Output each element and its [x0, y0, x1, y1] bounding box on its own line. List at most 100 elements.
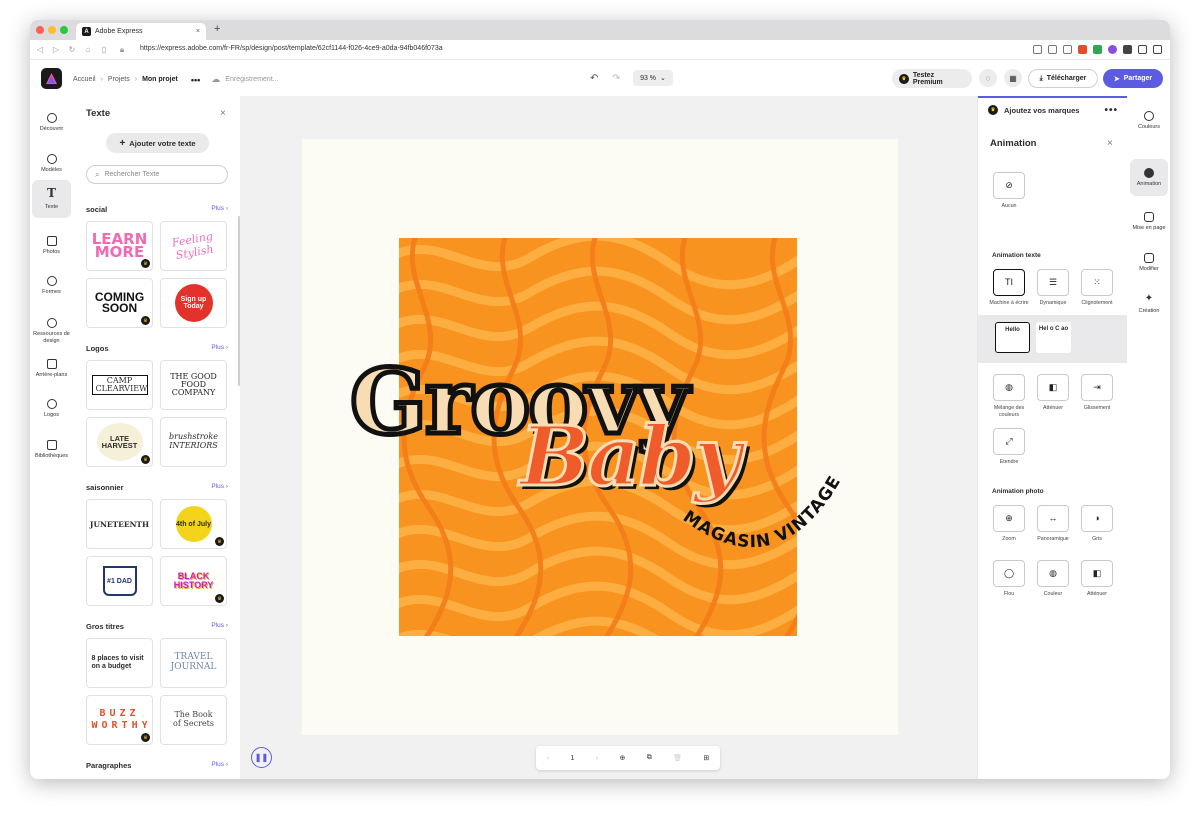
adobe-express-logo-icon[interactable]: [41, 68, 62, 89]
anim-option-expand[interactable]: ⤢ Etendre: [989, 428, 1029, 466]
rail-item-layout[interactable]: Mise en page: [1130, 203, 1168, 240]
rail-item-backgrounds[interactable]: Arrière-plans: [32, 350, 71, 388]
more-link[interactable]: Plus ›: [211, 344, 228, 353]
reader-icon[interactable]: [1048, 45, 1057, 54]
anim-option-blink[interactable]: ⁙ Clignotement: [1077, 269, 1117, 307]
rail-item-edit[interactable]: Modifier: [1130, 244, 1168, 281]
brand-label[interactable]: Ajoutez vos marques: [1004, 106, 1079, 115]
grid-view-icon[interactable]: ⊞: [703, 754, 709, 762]
template-card[interactable]: TRAVEL JOURNAL: [160, 638, 227, 688]
rail-item-logos[interactable]: Logos: [32, 390, 71, 428]
anim-option-fade[interactable]: ◧ Atténuer: [1033, 374, 1073, 412]
reload-icon[interactable]: ↻: [66, 45, 78, 54]
pause-animation-button[interactable]: ❚❚: [251, 747, 272, 768]
redo-icon[interactable]: ↷: [612, 73, 620, 84]
template-card[interactable]: COMING SOON ♛: [86, 278, 153, 328]
anim-option-none[interactable]: ⊘ Aucun: [989, 172, 1029, 210]
rail-item-discover[interactable]: Découvrir: [32, 104, 71, 142]
template-card[interactable]: Sign up Today: [160, 278, 227, 328]
style-option-glitch[interactable]: Hel o C ao: [1036, 322, 1071, 353]
breadcrumb-current[interactable]: Mon projet: [142, 76, 178, 83]
forward-icon[interactable]: ▷: [50, 45, 62, 54]
sidebar-icon[interactable]: [1138, 45, 1147, 54]
anim-option-zoom[interactable]: ⊕ Zoom: [989, 505, 1029, 543]
add-page-icon[interactable]: ⊕: [619, 754, 625, 762]
more-link[interactable]: Plus ›: [211, 205, 228, 214]
rail-item-creation[interactable]: ✦ Création: [1130, 285, 1168, 322]
undo-icon[interactable]: ↶: [590, 73, 598, 84]
anim-option-color[interactable]: ◍ Couleur: [1033, 560, 1073, 598]
delete-page-icon[interactable]: 🗑︎: [673, 754, 682, 762]
template-card[interactable]: JUNETEENTH: [86, 499, 153, 549]
back-icon[interactable]: ◁: [34, 45, 46, 54]
template-card[interactable]: BUZZ WORTHY ♛: [86, 695, 153, 745]
more-options-button[interactable]: •••: [191, 75, 200, 85]
template-card[interactable]: LEARN MORE ♛: [86, 221, 153, 271]
close-icon[interactable]: ×: [220, 108, 226, 119]
breadcrumb-home[interactable]: Accueil: [73, 76, 96, 83]
rail-item-templates[interactable]: Modèles: [32, 145, 71, 183]
artboard[interactable]: Groovy Baby MAGASIN VINTAGE: [302, 139, 898, 735]
template-card[interactable]: BLACK HISTORY ♛: [160, 556, 227, 606]
rail-item-photos[interactable]: Photos: [32, 227, 71, 265]
menu-icon[interactable]: [1153, 45, 1162, 54]
calendar-icon[interactable]: ▦: [1004, 69, 1022, 87]
minimize-window-icon[interactable]: [48, 26, 56, 34]
rail-item-text[interactable]: T Texte: [32, 180, 71, 218]
anim-option-blur[interactable]: ◯ Flou: [989, 560, 1029, 598]
rail-item-design-assets[interactable]: Ressources de design: [32, 308, 71, 354]
puzzle-icon[interactable]: [1123, 45, 1132, 54]
template-card[interactable]: CAMP CLEARVIEW: [86, 360, 153, 410]
template-card[interactable]: 8 places to visit on a budget: [86, 638, 153, 688]
duplicate-page-icon[interactable]: ⧉: [647, 754, 652, 762]
more-options-icon[interactable]: •••: [1104, 105, 1118, 116]
download-button[interactable]: ⤓ Télécharger: [1028, 69, 1098, 88]
try-premium-button[interactable]: ♛ Testez Premium: [892, 69, 972, 88]
shield-icon[interactable]: [1063, 45, 1072, 54]
extension-purple-icon[interactable]: [1108, 45, 1117, 54]
anim-option-typewriter[interactable]: TI Machine à écrire: [989, 269, 1029, 307]
template-card[interactable]: LATE HARVEST ♛: [86, 417, 153, 467]
template-card[interactable]: The Book of Secrets: [160, 695, 227, 745]
home-icon[interactable]: ⌂: [82, 45, 94, 54]
bookmark-icon[interactable]: ▯: [98, 45, 110, 54]
close-icon[interactable]: ×: [1107, 138, 1113, 149]
extension-red-icon[interactable]: [1078, 45, 1087, 54]
breadcrumb-projects[interactable]: Projets: [108, 76, 130, 83]
rail-item-colors[interactable]: Couleurs: [1130, 102, 1168, 139]
anim-option-gray[interactable]: ◑ Gris: [1077, 505, 1117, 543]
share-button[interactable]: ➤ Partager: [1103, 69, 1163, 88]
close-tab-icon[interactable]: ×: [196, 28, 200, 35]
new-tab-icon[interactable]: +: [214, 23, 220, 35]
more-link[interactable]: Plus ›: [211, 761, 228, 770]
anim-option-color-blend[interactable]: ◍ Mélange des couleurs: [989, 374, 1029, 418]
add-text-button[interactable]: + Ajouter votre texte: [106, 133, 209, 153]
template-card[interactable]: brushstroke INTERIORS: [160, 417, 227, 467]
search-input[interactable]: ⌕ Rechercher Texte: [86, 165, 228, 184]
rail-item-animation[interactable]: Animation: [1130, 159, 1168, 196]
anim-option-photo-fade[interactable]: ◧ Atténuer: [1077, 560, 1117, 598]
template-card[interactable]: 4th of July ♛: [160, 499, 227, 549]
rail-item-libraries[interactable]: Bibliothèques: [32, 431, 71, 469]
more-link[interactable]: Plus ›: [211, 622, 228, 631]
zoom-dropdown[interactable]: 93 % ⌄: [633, 70, 673, 86]
anim-option-slide[interactable]: ⇥ Glissement: [1077, 374, 1117, 412]
maximize-window-icon[interactable]: [60, 26, 68, 34]
translate-icon[interactable]: [1033, 45, 1042, 54]
magasin-vintage-curved-text[interactable]: MAGASIN VINTAGE: [662, 459, 882, 599]
next-page-icon[interactable]: ›: [596, 755, 598, 762]
style-option-hello[interactable]: Hello: [995, 322, 1030, 353]
anim-option-dynamic[interactable]: ☰ Dynamique: [1033, 269, 1073, 307]
close-window-icon[interactable]: [36, 26, 44, 34]
browser-tab[interactable]: A Adobe Express ×: [76, 23, 206, 40]
anim-option-pan[interactable]: ↔ Panoramique: [1033, 505, 1073, 543]
template-card[interactable]: #1 DAD: [86, 556, 153, 606]
rail-item-shapes[interactable]: Formes: [32, 267, 71, 305]
template-card[interactable]: THE GOOD FOOD COMPANY: [160, 360, 227, 410]
more-link[interactable]: Plus ›: [211, 483, 228, 492]
extension-green-icon[interactable]: [1093, 45, 1102, 54]
url-input[interactable]: https://express.adobe.com/fr-FR/sp/desig…: [140, 45, 443, 52]
lightbulb-icon[interactable]: ◌: [979, 69, 997, 87]
template-card[interactable]: Feeling Stylish: [160, 221, 227, 271]
prev-page-icon[interactable]: ‹: [547, 755, 549, 762]
